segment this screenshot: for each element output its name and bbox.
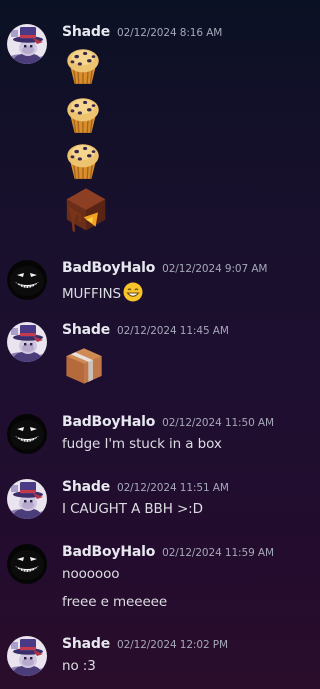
muffin-emoji[interactable]	[62, 93, 104, 135]
message-text: no :3	[62, 658, 96, 674]
shade-avatar[interactable]	[7, 636, 47, 676]
muffin-emoji[interactable]	[62, 139, 104, 181]
shade-avatar[interactable]	[7, 479, 47, 519]
timestamp[interactable]: 02/12/2024 12:02 PM	[117, 639, 228, 651]
badboyhalo-avatar[interactable]	[7, 260, 47, 300]
timestamp[interactable]: 02/12/2024 8:16 AM	[117, 27, 222, 39]
author-name[interactable]: Shade	[62, 24, 110, 40]
badboyhalo-avatar[interactable]	[7, 544, 47, 584]
timestamp[interactable]: 02/12/2024 11:50 AM	[162, 417, 274, 429]
message-header: Shade 02/12/2024 12:02 PM	[62, 636, 228, 656]
timestamp[interactable]: 02/12/2024 11:45 AM	[117, 325, 229, 337]
package-box-emoji[interactable]	[62, 344, 106, 388]
message-text: MUFFINS	[62, 286, 122, 302]
chocolate-fudge-emoji[interactable]	[62, 185, 110, 235]
shade-avatar[interactable]	[7, 322, 47, 362]
message-text: freee e meeeee	[62, 594, 168, 610]
shade-avatar[interactable]	[7, 24, 47, 64]
author-name[interactable]: BadBoyHalo	[62, 414, 155, 430]
timestamp[interactable]: 02/12/2024 11:51 AM	[117, 482, 229, 494]
muffin-emoji[interactable]	[62, 44, 104, 86]
message-header: Shade 02/12/2024 8:16 AM	[62, 24, 222, 44]
message-text: I CAUGHT A BBH >:D	[62, 501, 203, 517]
message-header: Shade 02/12/2024 11:51 AM	[62, 479, 229, 499]
timestamp[interactable]: 02/12/2024 11:59 AM	[162, 547, 274, 559]
message-text: noooooo	[62, 566, 120, 582]
author-name[interactable]: Shade	[62, 322, 110, 338]
message-text: fudge I'm stuck in a box	[62, 436, 222, 452]
message-header: Shade 02/12/2024 11:45 AM	[62, 322, 229, 342]
message-header: BadBoyHalo 02/12/2024 9:07 AM	[62, 260, 267, 280]
timestamp[interactable]: 02/12/2024 9:07 AM	[162, 263, 267, 275]
message-header: BadBoyHalo 02/12/2024 11:50 AM	[62, 414, 274, 434]
author-name[interactable]: BadBoyHalo	[62, 544, 155, 560]
grinning-emoji[interactable]	[123, 282, 143, 306]
author-name[interactable]: Shade	[62, 636, 110, 652]
badboyhalo-avatar[interactable]	[7, 414, 47, 454]
author-name[interactable]: Shade	[62, 479, 110, 495]
message-header: BadBoyHalo 02/12/2024 11:59 AM	[62, 544, 274, 564]
author-name[interactable]: BadBoyHalo	[62, 260, 155, 276]
message-content: MUFFINS	[62, 282, 143, 306]
